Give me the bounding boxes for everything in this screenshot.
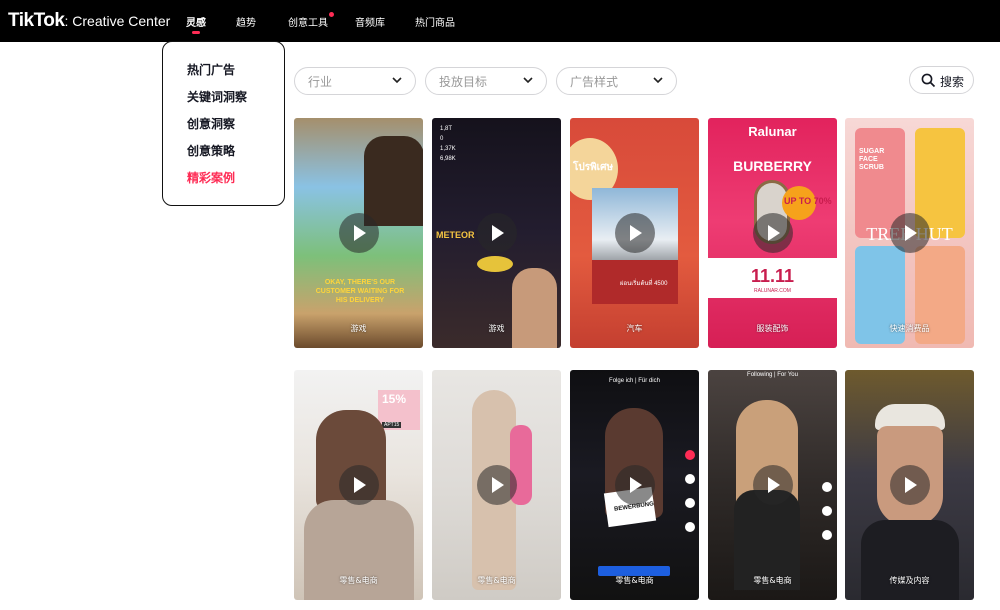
- new-badge-dot: [329, 12, 334, 17]
- ad-video-card[interactable]: Ralunar BURBERRY UP TO 70% 11.11 RALUNAR…: [708, 118, 837, 348]
- card-category: 游戏: [350, 324, 367, 333]
- ad-video-card[interactable]: SUGAR FACE SCRUB TREE HUT 快速消费品: [845, 118, 974, 348]
- play-icon[interactable]: [752, 213, 793, 253]
- chevron-down-icon: [392, 77, 402, 84]
- card-category: 服装配饰: [756, 324, 789, 333]
- nav-inspiration[interactable]: 灵感: [186, 14, 206, 34]
- jacket: [861, 520, 959, 600]
- ad-video-card[interactable]: Folge ich | Für dich BEWERBUNG 零售&电商: [570, 370, 699, 600]
- game-title: METEOR: [436, 230, 475, 240]
- feed-tabs: Folge ich | Für dich: [609, 378, 660, 384]
- creator-figure: [512, 268, 557, 348]
- play-icon[interactable]: [338, 465, 379, 505]
- play-icon[interactable]: [614, 465, 655, 505]
- objective-select[interactable]: 投放目标: [425, 67, 547, 95]
- search-icon: [921, 73, 936, 88]
- play-icon[interactable]: [338, 213, 379, 253]
- chevron-down-icon: [653, 77, 663, 84]
- feed-tabs: Following | For You: [747, 372, 798, 378]
- ad-video-card[interactable]: โปรพิเศษ ผ่อนเริ่มต้นที่ 4500 汽车: [570, 118, 699, 348]
- active-indicator: [192, 31, 200, 34]
- play-icon[interactable]: [476, 465, 517, 505]
- menu-item-creative-insights[interactable]: 创意洞察: [187, 115, 235, 132]
- card-category: 快速消费品: [889, 324, 930, 333]
- menu-item-case-studies[interactable]: 精彩案例: [187, 169, 235, 186]
- nav-top-products[interactable]: 热门商品: [415, 14, 455, 29]
- action-rail: [685, 450, 695, 560]
- creator-figure: [364, 136, 423, 226]
- gold-button-graphic: [477, 256, 513, 272]
- menu-item-creative-strategy[interactable]: 创意策略: [187, 142, 235, 159]
- inspiration-dropdown-menu: 热门广告 关键词洞察 创意洞察 创意策略 精彩案例: [162, 41, 285, 206]
- chevron-down-icon: [523, 77, 533, 84]
- card-category: 零售&电商: [339, 576, 378, 585]
- nav-audio-library[interactable]: 音频库: [355, 14, 385, 29]
- price-text: ผ่อนเริ่มต้นที่ 4500: [620, 281, 668, 287]
- card-category: 汽车: [626, 324, 643, 333]
- menu-item-top-ads[interactable]: 热门广告: [187, 61, 235, 78]
- game-stats: 1,8T 0 1,37K 6,98K: [440, 126, 456, 162]
- nav-trends[interactable]: 趋势: [236, 14, 256, 29]
- card-category: 零售&电商: [477, 576, 516, 585]
- card-category: 零售&电商: [753, 576, 792, 585]
- play-icon[interactable]: [476, 213, 517, 253]
- promo-headline: โปรพิเศษ: [573, 162, 614, 173]
- menu-item-keyword-insights[interactable]: 关键词洞察: [187, 88, 247, 105]
- ad-video-card[interactable]: 15% APT15 零售&电商: [294, 370, 423, 600]
- ad-video-card[interactable]: OKAY, THERE'S OUR CUSTOMER WAITING FOR H…: [294, 118, 423, 348]
- card-category: 游戏: [488, 324, 505, 333]
- ad-format-select[interactable]: 广告样式: [556, 67, 677, 95]
- nav-creative-tools[interactable]: 创意工具: [288, 12, 334, 29]
- product-brand: BURBERRY: [733, 158, 812, 174]
- industry-select[interactable]: 行业: [294, 67, 416, 95]
- top-nav-bar: TikTok: Creative Center 灵感 趋势 创意工具 音频库 热…: [0, 0, 1000, 42]
- play-icon[interactable]: [889, 465, 930, 505]
- sale-date: 11.11: [750, 266, 795, 286]
- search-button[interactable]: 搜索: [909, 66, 974, 94]
- caption-overlay: OKAY, THERE'S OUR CUSTOMER WAITING FOR H…: [315, 279, 405, 304]
- play-icon[interactable]: [752, 465, 793, 505]
- ad-video-card[interactable]: Following | For You 零售&电商: [708, 370, 837, 600]
- card-category: 零售&电商: [615, 576, 654, 585]
- tiktok-logo[interactable]: TikTok: Creative Center: [8, 10, 170, 32]
- ad-video-card[interactable]: 零售&电商: [432, 370, 561, 600]
- ad-video-card[interactable]: 传媒及内容: [845, 370, 974, 600]
- action-rail: [822, 482, 832, 572]
- card-category: 传媒及内容: [889, 576, 930, 585]
- play-icon[interactable]: [614, 213, 655, 253]
- product-label: SUGAR FACE SCRUB: [859, 148, 885, 171]
- brand-name: Ralunar: [748, 124, 797, 139]
- ad-video-card[interactable]: 1,8T 0 1,37K 6,98K METEOR 游戏: [432, 118, 561, 348]
- play-icon[interactable]: [889, 213, 930, 253]
